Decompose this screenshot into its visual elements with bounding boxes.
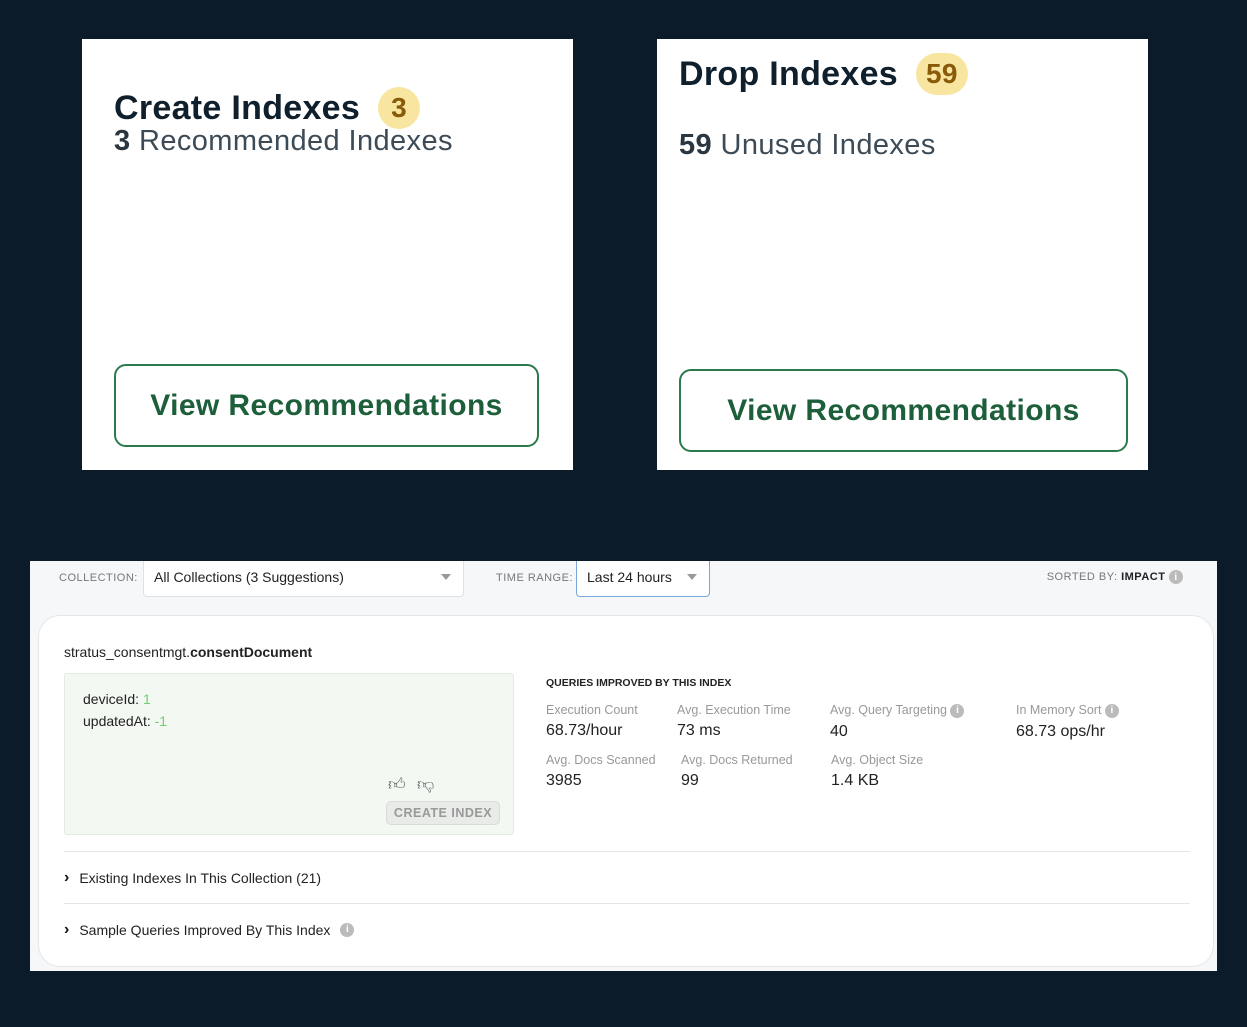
- index-field: deviceId: 1: [83, 688, 495, 710]
- caret-down-icon: [687, 574, 697, 580]
- count: 3: [114, 125, 131, 157]
- card-title: Create Indexes 3: [114, 87, 420, 129]
- count: 59: [679, 129, 712, 161]
- collection-label: COLLECTION:: [59, 572, 138, 584]
- count-badge: 59: [916, 53, 968, 95]
- metric: Avg. Query Targeting i 40: [830, 703, 964, 741]
- metric-value: 68.73 ops/hr: [1016, 723, 1119, 741]
- title-text: Create Indexes: [114, 89, 360, 128]
- metric: Avg. Docs Scanned 3985: [546, 753, 656, 790]
- count-badge: 3: [378, 87, 420, 129]
- collection-name: consentDocument: [190, 644, 312, 660]
- info-icon[interactable]: i: [1105, 704, 1119, 718]
- chevron-right-icon: ›: [64, 921, 69, 939]
- field-name: deviceId:: [83, 691, 139, 707]
- info-icon[interactable]: i: [1169, 570, 1183, 584]
- time-range-value: Last 24 hours: [587, 569, 672, 585]
- performance-advisor-panel: COLLECTION: All Collections (3 Suggestio…: [30, 561, 1217, 971]
- metric-label: Avg. Query Targeting: [830, 703, 947, 717]
- sorted-label: SORTED BY:: [1047, 571, 1118, 583]
- existing-indexes-toggle[interactable]: › Existing Indexes In This Collection (21…: [64, 851, 1190, 903]
- time-range-select[interactable]: Last 24 hours: [576, 561, 710, 597]
- field-value: -1: [155, 713, 167, 729]
- index-field: updatedAt: -1: [83, 710, 495, 732]
- info-icon[interactable]: i: [340, 923, 354, 937]
- sample-queries-toggle[interactable]: › Sample Queries Improved By This Index i: [64, 903, 1190, 955]
- caret-down-icon: [441, 574, 451, 580]
- sorted-by: SORTED BY: IMPACT i: [1047, 570, 1183, 584]
- subtitle-text: Recommended Indexes: [139, 125, 453, 157]
- metric: Execution Count 68.73/hour: [546, 703, 638, 740]
- chevron-right-icon: ›: [64, 869, 69, 887]
- card-title: Drop Indexes 59: [679, 53, 968, 95]
- card-subtitle: 59 Unused Indexes: [679, 129, 936, 162]
- metric-value: 68.73/hour: [546, 722, 638, 740]
- metric-value: 99: [681, 772, 793, 790]
- queries-title: QUERIES IMPROVED BY THIS INDEX: [546, 677, 731, 689]
- subtitle-text: Unused Indexes: [721, 129, 936, 161]
- metric: Avg. Object Size 1.4 KB: [831, 753, 923, 790]
- thumbs-up-icon[interactable]: 👍︎: [388, 774, 406, 796]
- metric-label: Avg. Execution Time: [677, 703, 791, 717]
- metric-label: Execution Count: [546, 703, 638, 717]
- metric-label: In Memory Sort: [1016, 703, 1101, 717]
- index-suggestion-card: stratus_consentmgt.consentDocument devic…: [38, 615, 1214, 967]
- row-label: Sample Queries Improved By This Index: [79, 922, 330, 938]
- db-name: stratus_consentmgt.: [64, 644, 190, 660]
- metric: Avg. Execution Time 73 ms: [677, 703, 791, 740]
- metric: In Memory Sort i 68.73 ops/hr: [1016, 703, 1119, 741]
- namespace: stratus_consentmgt.consentDocument: [64, 644, 312, 660]
- metric-label: Avg. Docs Returned: [681, 753, 793, 767]
- drop-indexes-card: Drop Indexes 59 59 Unused Indexes View Re…: [657, 39, 1148, 470]
- metric-value: 3985: [546, 772, 656, 790]
- view-recommendations-button[interactable]: View Recommendations: [114, 364, 539, 447]
- metric-label: Avg. Docs Scanned: [546, 753, 656, 767]
- index-definition: deviceId: 1 updatedAt: -1 👍︎ 👎︎ CREATE I…: [64, 673, 514, 835]
- collection-select[interactable]: All Collections (3 Suggestions): [143, 561, 464, 597]
- metric-value: 40: [830, 723, 964, 741]
- card-subtitle: 3 Recommended Indexes: [114, 125, 453, 158]
- metric-label: Avg. Object Size: [831, 753, 923, 767]
- title-text: Drop Indexes: [679, 55, 898, 94]
- create-indexes-card: Create Indexes3 3 Recommended Indexes Vi…: [82, 39, 573, 470]
- thumbs-down-icon[interactable]: 👎︎: [417, 774, 434, 796]
- time-range-label: TIME RANGE:: [496, 572, 573, 584]
- view-recommendations-button[interactable]: View Recommendations: [679, 369, 1128, 452]
- create-index-button[interactable]: CREATE INDEX: [386, 801, 500, 825]
- metric-value: 1.4 KB: [831, 772, 923, 790]
- sorted-value: IMPACT: [1121, 571, 1165, 583]
- field-name: updatedAt:: [83, 713, 151, 729]
- row-label: Existing Indexes In This Collection (21): [79, 870, 321, 886]
- info-icon[interactable]: i: [950, 704, 964, 718]
- field-value: 1: [143, 691, 151, 707]
- metric-value: 73 ms: [677, 722, 791, 740]
- collection-value: All Collections (3 Suggestions): [154, 569, 344, 585]
- metric: Avg. Docs Returned 99: [681, 753, 793, 790]
